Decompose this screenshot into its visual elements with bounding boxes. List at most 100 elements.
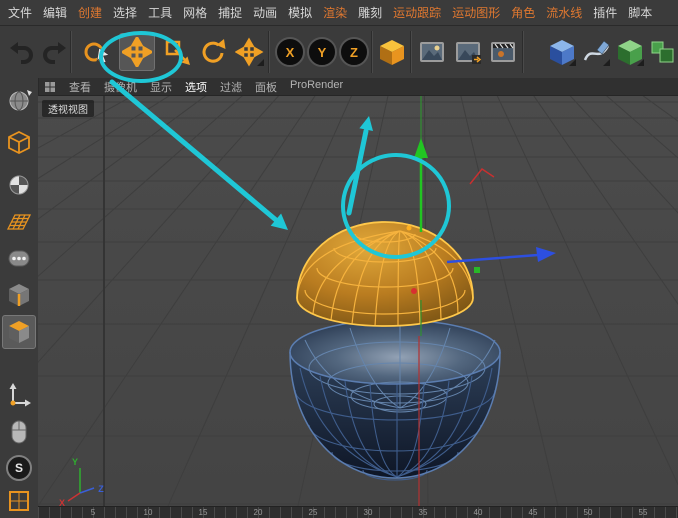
timeline-ruler[interactable]: 5 10 15 20 25 30 35 40 45 50 55	[38, 506, 678, 518]
timeline-tick: 55	[588, 507, 643, 518]
menu-item[interactable]: 模拟	[288, 4, 312, 21]
rotate-icon	[198, 37, 228, 67]
polygon-mode-button[interactable]	[2, 315, 36, 349]
last-used-tool-button[interactable]	[232, 33, 268, 71]
menu-item[interactable]: 创建	[78, 4, 102, 21]
triad-x-label: X	[59, 498, 65, 506]
render-to-picture-viewer-button[interactable]	[450, 33, 486, 71]
viewport-menu-item[interactable]: 查看	[69, 79, 91, 95]
toolbar-separator	[70, 31, 72, 73]
sphere-top-half[interactable]	[297, 222, 473, 326]
menu-item[interactable]: 渲染	[323, 4, 347, 21]
viewport-menu-items: 查看 摄像机 显示 选项 过滤 面板 ProRender	[69, 79, 343, 95]
timeline-tick: 40	[423, 507, 478, 518]
texture-mode-button[interactable]	[2, 168, 36, 202]
y-axis-lock-icon: Y	[307, 37, 337, 67]
timeline-tick: 30	[313, 507, 368, 518]
menu-item[interactable]: 工具	[148, 4, 172, 21]
z-axis-lock-icon: Z	[339, 37, 369, 67]
lock-x-axis-button[interactable]: X	[272, 33, 308, 71]
menu-item[interactable]: 选择	[113, 4, 137, 21]
live-selection-button[interactable]	[79, 33, 115, 71]
scale-icon	[162, 37, 192, 67]
make-editable-button[interactable]	[2, 83, 36, 117]
mode-palette-sidebar: S	[0, 78, 39, 518]
move-tool-button[interactable]	[119, 33, 155, 71]
edit-render-settings-button[interactable]	[485, 33, 521, 71]
snap-icon: S	[6, 455, 32, 481]
enable-snap-button[interactable]: S	[2, 451, 36, 485]
enable-axis-button[interactable]	[2, 378, 36, 412]
menu-item[interactable]: 动画	[253, 4, 277, 21]
gizmo-y-arrowhead[interactable]	[414, 138, 428, 158]
viewport-menu-item[interactable]: ProRender	[290, 79, 343, 95]
app-window: 文件 编辑 创建 选择 工具 网格 捕捉 动画 模拟 渲染 雕刻 运动跟踪 运动…	[0, 0, 678, 518]
timeline-tick: 5	[38, 507, 93, 518]
mograph-array-button[interactable]	[646, 33, 678, 71]
viewport-menu-item[interactable]: 摄像机	[104, 79, 137, 95]
viewport-menu-item[interactable]: 面板	[255, 79, 277, 95]
point-mode-button[interactable]	[2, 241, 36, 275]
gizmo-center-dot[interactable]	[407, 226, 412, 231]
menu-item[interactable]: 编辑	[43, 4, 67, 21]
menu-item[interactable]: 插件	[593, 4, 617, 21]
viewport-menu-item[interactable]: 选项	[185, 79, 207, 95]
gizmo-x-handle[interactable]	[411, 288, 417, 294]
menu-item[interactable]: 脚本	[628, 4, 652, 21]
gizmo-z-arrowhead[interactable]	[536, 247, 556, 262]
make-editable-icon	[5, 86, 33, 114]
viewport-solo-button[interactable]	[2, 415, 36, 449]
triad-z-label: Z	[98, 484, 104, 494]
menu-item[interactable]: 雕刻	[358, 4, 382, 21]
render-picture-viewer-icon	[453, 37, 483, 67]
timeline-tick: 45	[478, 507, 533, 518]
timeline-tick: 50	[533, 507, 588, 518]
mograph-array-icon	[649, 37, 678, 67]
rotate-tool-button[interactable]	[195, 33, 231, 71]
undo-button[interactable]	[4, 33, 40, 71]
redo-button[interactable]	[36, 33, 72, 71]
subdivision-surface-icon	[615, 37, 645, 67]
main-toolbar: X Y Z	[0, 26, 678, 79]
toolbar-separator	[371, 31, 373, 73]
viewport-panel-icon	[44, 81, 56, 93]
viewport-3d[interactable]: Y Z X 透视视图	[38, 96, 678, 506]
sphere-bottom-half[interactable]	[290, 320, 500, 480]
menu-item[interactable]: 运动跟踪	[393, 4, 441, 21]
coordinate-system-button[interactable]	[374, 33, 410, 71]
render-view-icon	[417, 37, 447, 67]
menu-item[interactable]: 角色	[511, 4, 535, 21]
edge-mode-button[interactable]	[2, 278, 36, 312]
menu-item[interactable]: 文件	[8, 4, 32, 21]
gizmo-plane-handle[interactable]	[474, 267, 480, 273]
menu-bar: 文件 编辑 创建 选择 工具 网格 捕捉 动画 模拟 渲染 雕刻 运动跟踪 运动…	[0, 0, 678, 26]
lock-y-axis-button[interactable]: Y	[304, 33, 340, 71]
workplane-mode-button[interactable]	[2, 205, 36, 239]
workplane-lock-button[interactable]	[2, 485, 36, 518]
polygon-mode-icon	[5, 318, 33, 346]
model-mode-button[interactable]	[2, 126, 36, 160]
viewport-view-label[interactable]: 透视视图	[42, 100, 94, 117]
menu-item[interactable]: 捕捉	[218, 4, 242, 21]
z-axis-letter: Z	[350, 46, 358, 59]
mouse-icon	[5, 418, 33, 446]
viewport-scene: Y Z X	[38, 96, 678, 506]
scale-tool-button[interactable]	[159, 33, 195, 71]
add-cube-primitive-button[interactable]	[544, 33, 580, 71]
lock-z-axis-button[interactable]: Z	[336, 33, 372, 71]
viewport-menu-item[interactable]: 过滤	[220, 79, 242, 95]
menu-item[interactable]: 网格	[183, 4, 207, 21]
snap-letter: S	[15, 462, 23, 474]
timeline-ticks: 5 10 15 20 25 30 35 40 45 50 55	[38, 507, 678, 518]
texture-mode-icon	[5, 171, 33, 199]
render-view-button[interactable]	[414, 33, 450, 71]
viewport-menu-item[interactable]: 显示	[150, 79, 172, 95]
render-settings-icon	[488, 37, 518, 67]
timeline-tick: 35	[368, 507, 423, 518]
subdivision-surface-button[interactable]	[612, 33, 648, 71]
live-selection-icon	[82, 37, 112, 67]
spline-pen-button[interactable]	[578, 33, 614, 71]
menu-item[interactable]: 运动图形	[452, 4, 500, 21]
menu-item[interactable]: 流水线	[546, 4, 582, 21]
cube-primitive-icon	[547, 37, 577, 67]
